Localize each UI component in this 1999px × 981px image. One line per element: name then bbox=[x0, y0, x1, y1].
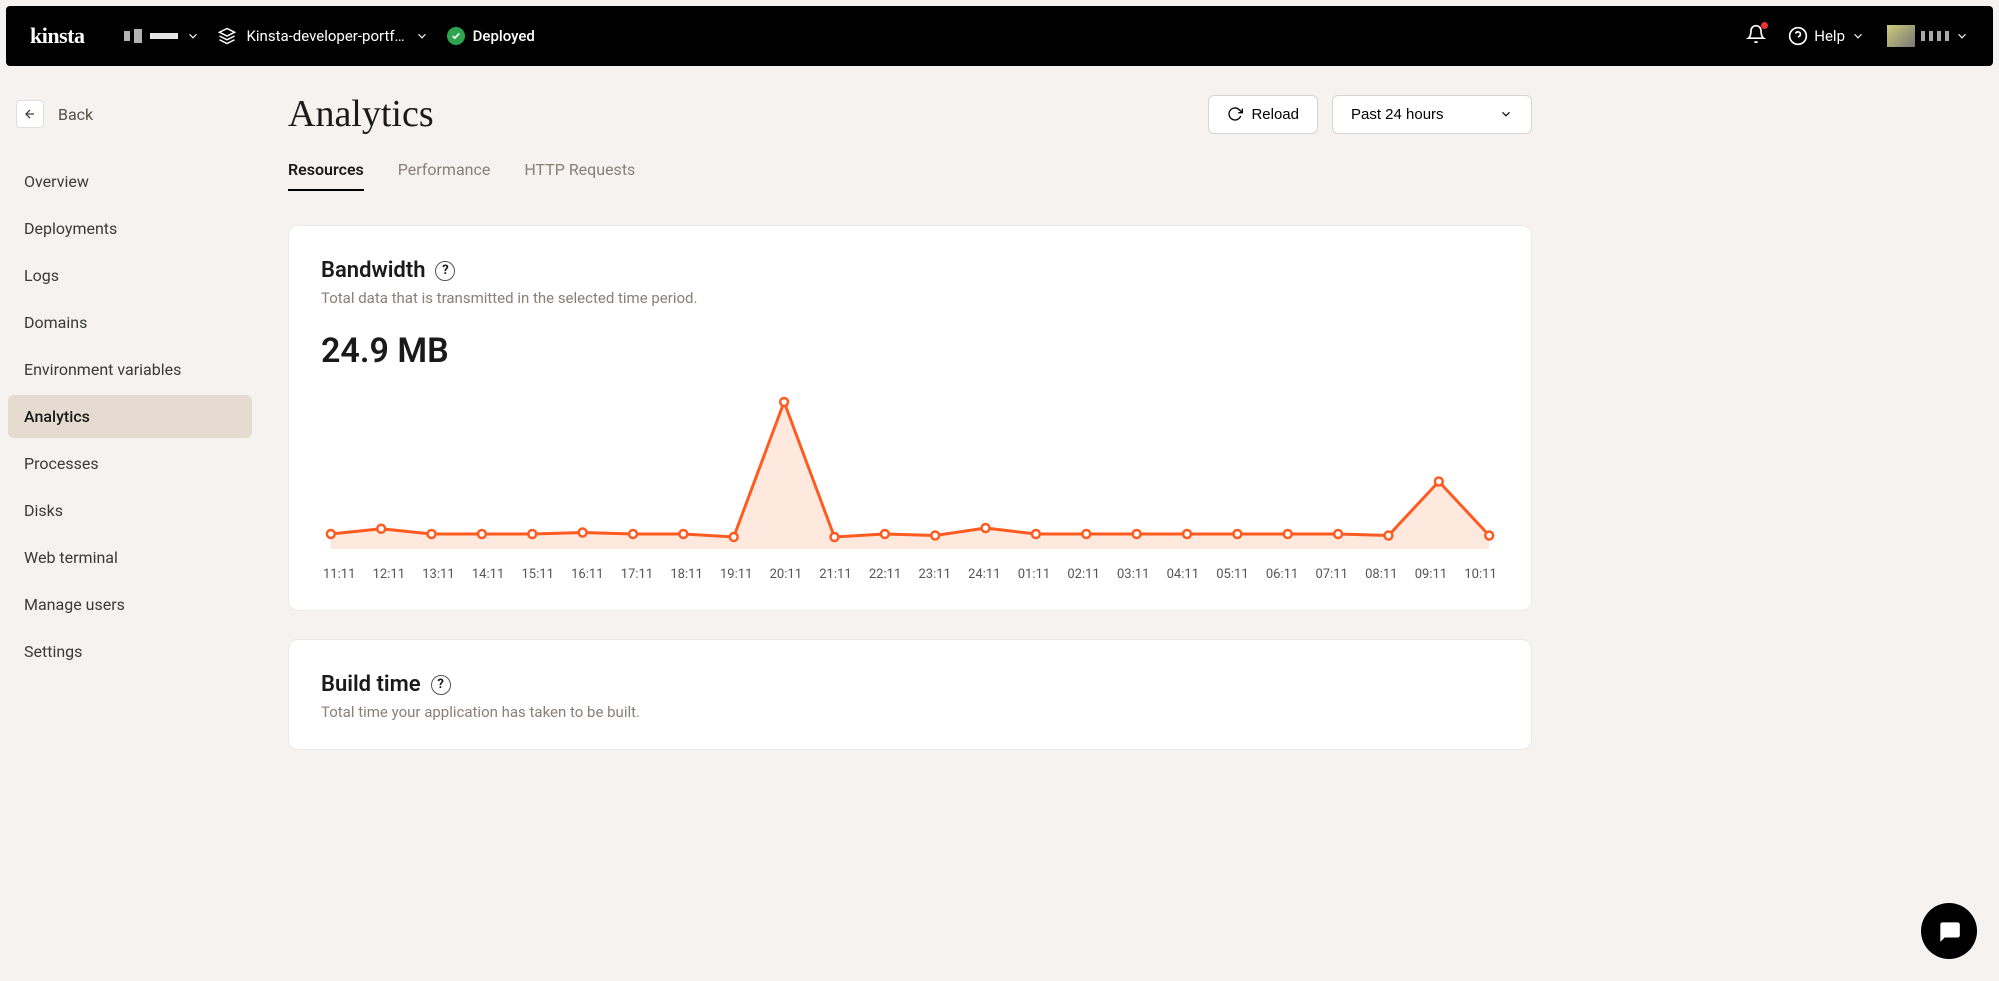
sidebar-item-manage-users[interactable]: Manage users bbox=[8, 583, 252, 626]
topbar: kinsta Kinsta-developer-portf… Deployed bbox=[6, 6, 1993, 66]
x-tick: 18:11 bbox=[670, 567, 702, 582]
user-menu[interactable] bbox=[1887, 25, 1969, 47]
x-tick: 05:11 bbox=[1216, 567, 1248, 582]
reload-button[interactable]: Reload bbox=[1208, 95, 1318, 134]
bandwidth-title: Bandwidth bbox=[321, 258, 425, 283]
check-circle-icon bbox=[447, 27, 465, 45]
x-tick: 16:11 bbox=[571, 567, 603, 582]
info-icon[interactable]: ? bbox=[435, 261, 455, 281]
org-switcher[interactable] bbox=[124, 29, 200, 43]
sidebar-item-disks[interactable]: Disks bbox=[8, 489, 252, 532]
x-tick: 10:11 bbox=[1464, 567, 1496, 582]
buildtime-subtitle: Total time your application has taken to… bbox=[321, 703, 1499, 721]
deploy-status: Deployed bbox=[447, 27, 535, 45]
x-tick: 15:11 bbox=[522, 567, 554, 582]
x-tick: 20:11 bbox=[770, 567, 802, 582]
x-tick: 03:11 bbox=[1117, 567, 1149, 582]
bandwidth-value: 24.9 MB bbox=[321, 331, 1499, 371]
sidebar-nav: OverviewDeploymentsLogsDomainsEnvironmen… bbox=[8, 160, 252, 673]
back-label: Back bbox=[58, 105, 93, 124]
reload-icon bbox=[1227, 106, 1243, 122]
notifications-button[interactable] bbox=[1746, 24, 1766, 48]
x-tick: 13:11 bbox=[422, 567, 454, 582]
bandwidth-chart: 11:11 12:11 13:11 14:11 15:11 16:11 17:11 18:11… bbox=[321, 389, 1499, 582]
chat-icon bbox=[1936, 918, 1962, 944]
chevron-down-icon bbox=[1499, 107, 1513, 121]
tab-performance[interactable]: Performance bbox=[398, 154, 491, 191]
x-tick: 22:11 bbox=[869, 567, 901, 582]
layers-icon bbox=[218, 27, 236, 45]
x-tick: 11:11 bbox=[323, 567, 355, 582]
avatar bbox=[1887, 25, 1915, 47]
info-icon[interactable]: ? bbox=[431, 675, 451, 695]
x-tick: 23:11 bbox=[919, 567, 951, 582]
buildtime-card: Build time ? Total time your application… bbox=[288, 639, 1532, 750]
sidebar: Back OverviewDeploymentsLogsDomainsEnvir… bbox=[0, 72, 260, 778]
chart-x-axis: 11:11 12:11 13:11 14:11 15:11 16:11 17:11 18:11… bbox=[321, 559, 1499, 582]
page-title: Analytics bbox=[288, 92, 434, 136]
sidebar-item-processes[interactable]: Processes bbox=[8, 442, 252, 485]
x-tick: 07:11 bbox=[1316, 567, 1348, 582]
tab-http-requests[interactable]: HTTP Requests bbox=[524, 154, 635, 191]
back-button[interactable]: Back bbox=[8, 92, 252, 136]
tab-resources[interactable]: Resources bbox=[288, 154, 364, 191]
reload-label: Reload bbox=[1251, 106, 1299, 123]
sidebar-item-logs[interactable]: Logs bbox=[8, 254, 252, 297]
x-tick: 01:11 bbox=[1018, 567, 1050, 582]
chevron-down-icon bbox=[1955, 29, 1969, 43]
sidebar-item-domains[interactable]: Domains bbox=[8, 301, 252, 344]
sidebar-item-environment-variables[interactable]: Environment variables bbox=[8, 348, 252, 391]
x-tick: 04:11 bbox=[1167, 567, 1199, 582]
x-tick: 14:11 bbox=[472, 567, 504, 582]
sidebar-item-settings[interactable]: Settings bbox=[8, 630, 252, 673]
project-selector[interactable]: Kinsta-developer-portf… bbox=[218, 27, 428, 45]
bandwidth-subtitle: Total data that is transmitted in the se… bbox=[321, 289, 1499, 307]
sidebar-item-analytics[interactable]: Analytics bbox=[8, 395, 252, 438]
x-tick: 06:11 bbox=[1266, 567, 1298, 582]
x-tick: 24:11 bbox=[968, 567, 1000, 582]
buildtime-title: Build time bbox=[321, 672, 421, 697]
help-label: Help bbox=[1814, 27, 1845, 45]
bandwidth-card: Bandwidth ? Total data that is transmitt… bbox=[288, 225, 1532, 611]
sidebar-item-web-terminal[interactable]: Web terminal bbox=[8, 536, 252, 579]
project-name: Kinsta-developer-portf… bbox=[246, 27, 404, 45]
x-tick: 17:11 bbox=[621, 567, 653, 582]
help-button[interactable]: Help bbox=[1788, 26, 1865, 46]
main-content: Analytics Reload Past 24 hours Resources… bbox=[260, 72, 1560, 778]
chevron-down-icon bbox=[1851, 29, 1865, 43]
x-tick: 08:11 bbox=[1365, 567, 1397, 582]
notification-badge bbox=[1761, 22, 1768, 29]
help-icon bbox=[1788, 26, 1808, 46]
x-tick: 12:11 bbox=[373, 567, 405, 582]
time-range-select[interactable]: Past 24 hours bbox=[1332, 95, 1532, 134]
sidebar-item-overview[interactable]: Overview bbox=[8, 160, 252, 203]
chevron-down-icon bbox=[415, 29, 429, 43]
chat-widget[interactable] bbox=[1921, 903, 1977, 959]
tabs: Resources Performance HTTP Requests bbox=[288, 154, 1532, 191]
sidebar-item-deployments[interactable]: Deployments bbox=[8, 207, 252, 250]
logo: kinsta bbox=[30, 23, 84, 49]
x-tick: 09:11 bbox=[1415, 567, 1447, 582]
status-label: Deployed bbox=[473, 27, 535, 45]
x-tick: 21:11 bbox=[819, 567, 851, 582]
x-tick: 19:11 bbox=[720, 567, 752, 582]
time-range-label: Past 24 hours bbox=[1351, 106, 1444, 123]
x-tick: 02:11 bbox=[1067, 567, 1099, 582]
chevron-down-icon bbox=[186, 29, 200, 43]
arrow-left-icon bbox=[23, 107, 37, 121]
